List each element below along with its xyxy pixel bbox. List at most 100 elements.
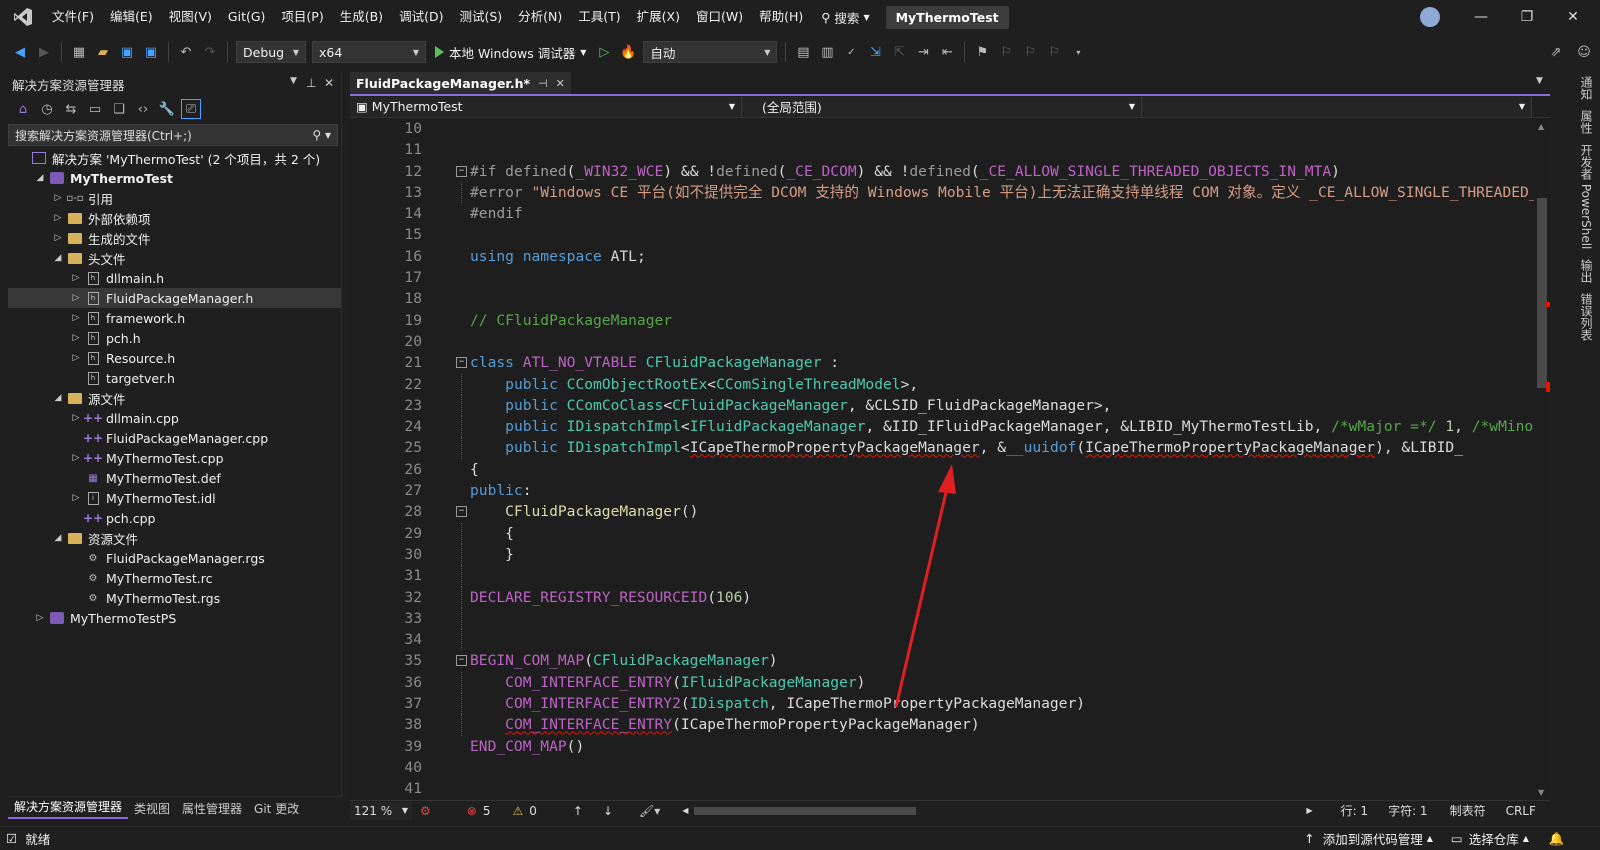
tree-item[interactable]: ◢ 资源文件 [8, 528, 341, 548]
collapsed-chevron-icon[interactable]: ▷ [70, 453, 82, 463]
document-tab[interactable]: FluidPackageManager.h* ⊣ ✕ [350, 72, 571, 94]
properties-icon[interactable]: 🔧 [157, 99, 177, 119]
menu-item[interactable]: 窗口(W) [688, 0, 751, 34]
code-line[interactable]: 15 [350, 224, 1546, 245]
restore-icon[interactable]: ❐ [1504, 0, 1550, 34]
tree-item[interactable]: ⚙ MyThermoTest.rc [8, 568, 341, 588]
tree-item[interactable]: ++ FluidPackageManager.cpp [8, 428, 341, 448]
line-ending[interactable]: CRLF [1506, 804, 1536, 818]
tree-item[interactable]: ⚙ MyThermoTest.rgs [8, 588, 341, 608]
show-all-files-icon[interactable]: ❏ [109, 99, 129, 119]
start-debugging-button[interactable]: 本地 Windows 调试器 ▼ [429, 43, 592, 62]
scope-nav-select[interactable]: (全局范围) ▼ [742, 96, 1142, 117]
tab-list-icon[interactable]: ▼ [1536, 76, 1543, 86]
indent-icon[interactable]: ⇥ [912, 41, 934, 63]
member-nav-select[interactable]: ▼ [1142, 96, 1532, 117]
menu-item[interactable]: 扩展(X) [629, 0, 688, 34]
code-line[interactable]: 21 − class ATL_NO_VTABLE CFluidPackageMana… [350, 352, 1546, 373]
panel-tab[interactable]: Git 更改 [248, 800, 305, 817]
tree-item[interactable]: ▷ ▫-▫ 引用 [8, 188, 341, 208]
collapse-region-icon[interactable]: − [456, 655, 467, 667]
code-line[interactable]: 14 #endif [350, 203, 1546, 224]
pin-icon[interactable]: ⊥ [306, 76, 316, 90]
close-panel-icon[interactable]: ✕ [324, 76, 334, 90]
minimize-icon[interactable]: — [1458, 0, 1504, 34]
preview-icon[interactable]: ⎚ [181, 99, 201, 119]
collapsed-chevron-icon[interactable]: ▷ [70, 293, 82, 303]
collapse-region-icon[interactable]: − [456, 357, 467, 369]
toolbar-options-icon[interactable]: ▾ [1067, 41, 1089, 63]
code-line[interactable]: 39 END_COM_MAP() [350, 736, 1546, 757]
horizontal-scroll-thumb[interactable] [694, 806, 917, 815]
tree-item[interactable]: ▷ ++ MyThermoTest.cpp [8, 448, 341, 468]
code-view-icon[interactable]: ‹› [133, 99, 153, 119]
redo-icon[interactable]: ↷ [199, 41, 221, 63]
expanded-chevron-icon[interactable]: ◢ [52, 393, 64, 403]
sync-icon[interactable]: ⇆ [61, 99, 81, 119]
collapsed-chevron-icon[interactable]: ▷ [70, 493, 82, 503]
user-avatar[interactable] [1420, 7, 1440, 27]
code-line[interactable]: 20 [350, 331, 1546, 352]
code-line[interactable]: 17 [350, 267, 1546, 288]
bookmark-prev-icon[interactable]: ⚐ [995, 41, 1017, 63]
menu-item[interactable]: 编辑(E) [102, 0, 161, 34]
tree-item[interactable]: ◢ 源文件 [8, 388, 341, 408]
code-line[interactable]: 18 [350, 288, 1546, 309]
collapsed-chevron-icon[interactable]: ▷ [70, 413, 82, 423]
tree-item[interactable]: ◢ 头文件 [8, 248, 341, 268]
select-repository-button[interactable]: 选择仓库 [1469, 829, 1519, 848]
solution-search-input[interactable]: 搜索解决方案资源管理器(Ctrl+;) ⚲ ▾ [8, 124, 338, 146]
code-line[interactable]: 11 [350, 139, 1546, 160]
tree-item[interactable]: ▦ MyThermoTest.def [8, 468, 341, 488]
menu-item[interactable]: 工具(T) [570, 0, 628, 34]
scroll-up-icon[interactable]: ▲ [1538, 122, 1544, 131]
tree-item[interactable]: ++ pch.cpp [8, 508, 341, 528]
save-icon[interactable]: ▣ [116, 41, 138, 63]
configuration-select[interactable]: Debug ▼ [236, 41, 306, 63]
row-indicator[interactable]: 行: 1 [1341, 802, 1369, 819]
menu-item[interactable]: 帮助(H) [751, 0, 811, 34]
bookmark-clear-icon[interactable]: ⚐ [1043, 41, 1065, 63]
side-tool-tab[interactable]: 输出 [1578, 259, 1595, 283]
collapsed-chevron-icon[interactable]: ▷ [52, 213, 64, 223]
project-nav-select[interactable]: ▣ MyThermoTest ▼ [350, 96, 742, 117]
collapsed-chevron-icon[interactable]: ▷ [52, 193, 64, 203]
new-project-icon[interactable]: ▦ [68, 41, 90, 63]
menu-item[interactable]: 测试(S) [451, 0, 510, 34]
code-line[interactable]: 23 public CComCoClass<CFluidPackageManag… [350, 394, 1546, 417]
panel-tab[interactable]: 解决方案资源管理器 [8, 798, 129, 819]
menu-item[interactable]: 视图(V) [161, 0, 220, 34]
collapsed-chevron-icon[interactable]: ▷ [52, 233, 64, 243]
tree-item[interactable]: ▷ 生成的文件 [8, 228, 341, 248]
code-line[interactable]: 40 [350, 757, 1546, 778]
auto-select[interactable]: 自动 ▼ [643, 41, 778, 63]
expanded-chevron-icon[interactable]: ◢ [52, 253, 64, 263]
code-line[interactable]: 25 public IDispatchImpl<ICapeThermoPrope… [350, 437, 1546, 459]
collapsed-chevron-icon[interactable]: ▷ [70, 353, 82, 363]
outdent-icon[interactable]: ⇤ [936, 41, 958, 63]
hot-reload-icon[interactable]: 🔥 [617, 41, 639, 63]
browse-icon[interactable]: ▤ [792, 41, 814, 63]
menu-item[interactable]: 文件(F) [44, 0, 102, 34]
side-tool-tab[interactable]: 通知 [1578, 76, 1595, 100]
expanded-chevron-icon[interactable]: ◢ [52, 533, 64, 543]
tree-item[interactable]: ⚙ FluidPackageManager.rgs [8, 548, 341, 568]
side-tool-tab[interactable]: 开发者 PowerShell [1578, 144, 1595, 249]
zoom-select[interactable]: 121 % ▼ [350, 801, 412, 820]
panel-menu-icon[interactable]: ▼ [290, 76, 297, 86]
scroll-left-icon[interactable]: ◀ [682, 806, 688, 815]
code-line[interactable]: 16 using namespace ATL; [350, 246, 1546, 267]
tree-item[interactable]: ▷ h FluidPackageManager.h [8, 288, 341, 308]
feedback-icon[interactable]: ☺ [1573, 41, 1595, 63]
undo-icon[interactable]: ↶ [175, 41, 197, 63]
tree-item[interactable]: ◢ MyThermoTest [8, 168, 341, 188]
share-icon[interactable]: ⇗ [1545, 41, 1567, 63]
expanded-chevron-icon[interactable]: ◢ [34, 173, 46, 183]
code-line[interactable]: 38 COM_INTERFACE_ENTRY(ICapeThermoProper… [350, 714, 1546, 736]
collapse-all-icon[interactable]: ▭ [85, 99, 105, 119]
search-button[interactable]: ⚲ 搜索 ▼ [811, 8, 879, 27]
warning-count[interactable]: 0 [529, 804, 537, 818]
close-tab-icon[interactable]: ✕ [556, 77, 565, 90]
side-tool-tab[interactable]: 属性 [1578, 110, 1595, 134]
layout-icon[interactable]: ▥ [816, 41, 838, 63]
